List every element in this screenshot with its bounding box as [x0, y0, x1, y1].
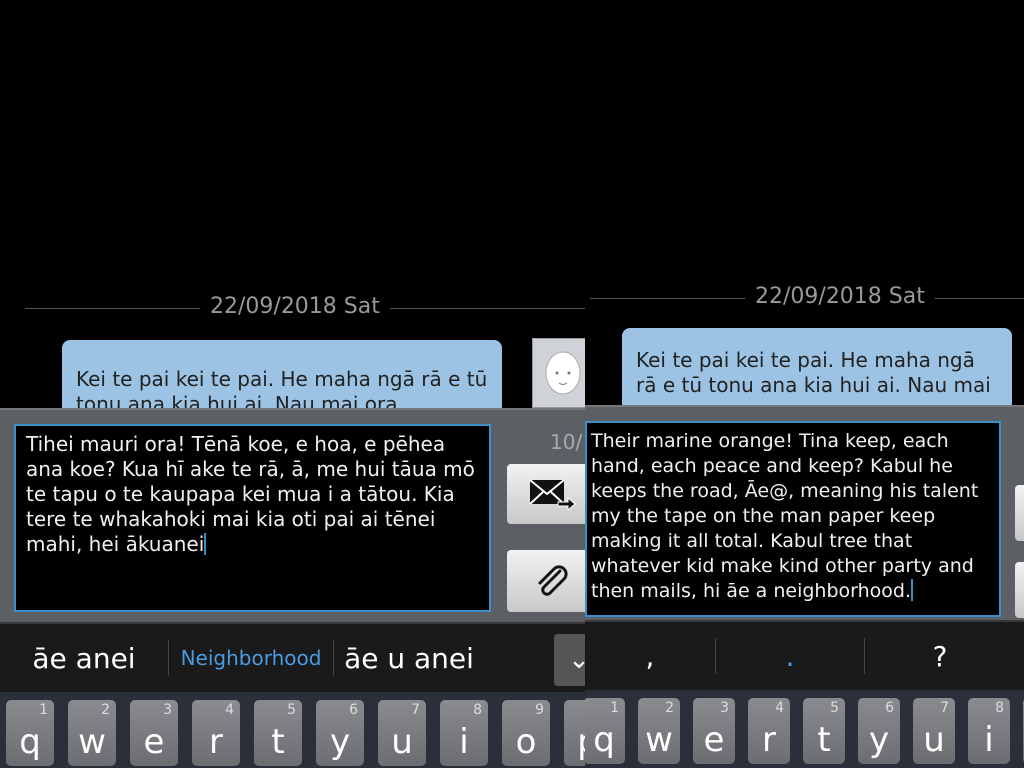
key-letter: y: [868, 720, 890, 760]
text-cursor: [204, 533, 207, 555]
attach-button[interactable]: [1015, 562, 1024, 618]
key-number: 5: [830, 700, 839, 716]
key-letter: t: [271, 722, 285, 762]
compose-area: Their marine orange! Tina keep, each han…: [585, 405, 1024, 620]
character-counter: 10/: [550, 430, 583, 454]
key-number: 9: [535, 702, 544, 718]
date-label: 22/09/2018 Sat: [745, 284, 935, 309]
key-letter: p: [577, 722, 585, 762]
keyboard: q1w2e3r4t5y6u7i8o9p0: [0, 692, 585, 768]
key-number: 4: [775, 700, 784, 716]
person-icon: [545, 351, 581, 395]
compose-area: Tihei mauri ora! Tēnā koe, e hoa, e pēhe…: [0, 408, 585, 622]
key-letter: y: [329, 722, 351, 762]
key-letter: e: [703, 720, 725, 760]
send-button[interactable]: [1015, 485, 1024, 541]
key-number: 6: [349, 702, 358, 718]
key-y[interactable]: y6: [858, 698, 900, 764]
key-q[interactable]: q1: [6, 700, 54, 766]
key-w[interactable]: w2: [68, 700, 116, 766]
key-number: 1: [39, 702, 48, 718]
key-r[interactable]: r4: [192, 700, 240, 766]
key-number: 7: [411, 702, 420, 718]
attach-button[interactable]: [507, 550, 585, 612]
keyboard: q1w2e3r4t5y6u7i8o9: [585, 690, 1024, 768]
key-letter: e: [143, 722, 165, 762]
key-letter: q: [593, 720, 615, 760]
key-q[interactable]: q1: [585, 698, 625, 764]
key-number: 8: [995, 700, 1004, 716]
key-number: 8: [473, 702, 482, 718]
key-number: 5: [287, 702, 296, 718]
text-cursor: [911, 579, 914, 601]
chevron-down-icon: ⌄: [568, 645, 585, 675]
key-number: 2: [665, 700, 674, 716]
suggestion-bar: , . ?: [585, 620, 1024, 690]
suggestion-3[interactable]: āe u anei: [334, 640, 484, 676]
key-number: 3: [720, 700, 729, 716]
expand-suggestions-button[interactable]: ⌄: [554, 634, 585, 686]
suggestion-bar: āe anei Neighborhood āe u anei ⌄: [0, 622, 585, 692]
contact-avatar[interactable]: [532, 338, 585, 408]
key-e[interactable]: e3: [130, 700, 178, 766]
key-i[interactable]: i8: [440, 700, 488, 766]
left-screen: 22/09/2018 Sat Kei te pai kei te pai. He…: [0, 0, 585, 768]
right-screen: 22/09/2018 Sat Kei te pai kei te pai. He…: [585, 0, 1024, 768]
key-u[interactable]: u7: [913, 698, 955, 764]
key-number: 4: [225, 702, 234, 718]
key-o[interactable]: o9: [502, 700, 550, 766]
key-number: 1: [610, 700, 619, 716]
key-letter: w: [78, 722, 106, 762]
message-input[interactable]: Tihei mauri ora! Tēnā koe, e hoa, e pēhe…: [14, 424, 491, 612]
key-w[interactable]: w2: [638, 698, 680, 764]
key-number: 6: [885, 700, 894, 716]
suggestion-1[interactable]: āe anei: [0, 640, 168, 676]
key-y[interactable]: y6: [316, 700, 364, 766]
key-number: 3: [163, 702, 172, 718]
date-label: 22/09/2018 Sat: [200, 294, 390, 319]
key-letter: i: [459, 722, 469, 762]
suggestion-period[interactable]: .: [716, 638, 864, 674]
suggestion-comma[interactable]: ,: [585, 638, 715, 674]
message-text: Their marine orange! Tina keep, each han…: [591, 430, 979, 602]
key-letter: r: [762, 720, 776, 760]
key-p[interactable]: p0: [564, 700, 585, 766]
key-letter: u: [923, 720, 945, 760]
key-letter: t: [817, 720, 831, 760]
key-t[interactable]: t5: [254, 700, 302, 766]
paperclip-icon: [538, 565, 568, 596]
suggestion-2[interactable]: Neighborhood: [169, 640, 333, 676]
key-number: 2: [101, 702, 110, 718]
key-t[interactable]: t5: [803, 698, 845, 764]
key-letter: q: [19, 722, 41, 762]
send-button[interactable]: [507, 464, 585, 524]
message-text: Tihei mauri ora! Tēnā koe, e hoa, e pēhe…: [26, 432, 475, 556]
key-letter: o: [515, 722, 537, 762]
message-input[interactable]: Their marine orange! Tina keep, each han…: [585, 421, 1001, 617]
key-number: 7: [940, 700, 949, 716]
key-letter: w: [645, 720, 673, 760]
key-i[interactable]: i8: [968, 698, 1010, 764]
suggestion-question[interactable]: ?: [865, 638, 1015, 674]
key-letter: u: [391, 722, 413, 762]
key-r[interactable]: r4: [748, 698, 790, 764]
key-letter: r: [209, 722, 223, 762]
send-mail-icon: [529, 479, 576, 512]
key-letter: i: [984, 720, 994, 760]
key-u[interactable]: u7: [378, 700, 426, 766]
key-e[interactable]: e3: [693, 698, 735, 764]
